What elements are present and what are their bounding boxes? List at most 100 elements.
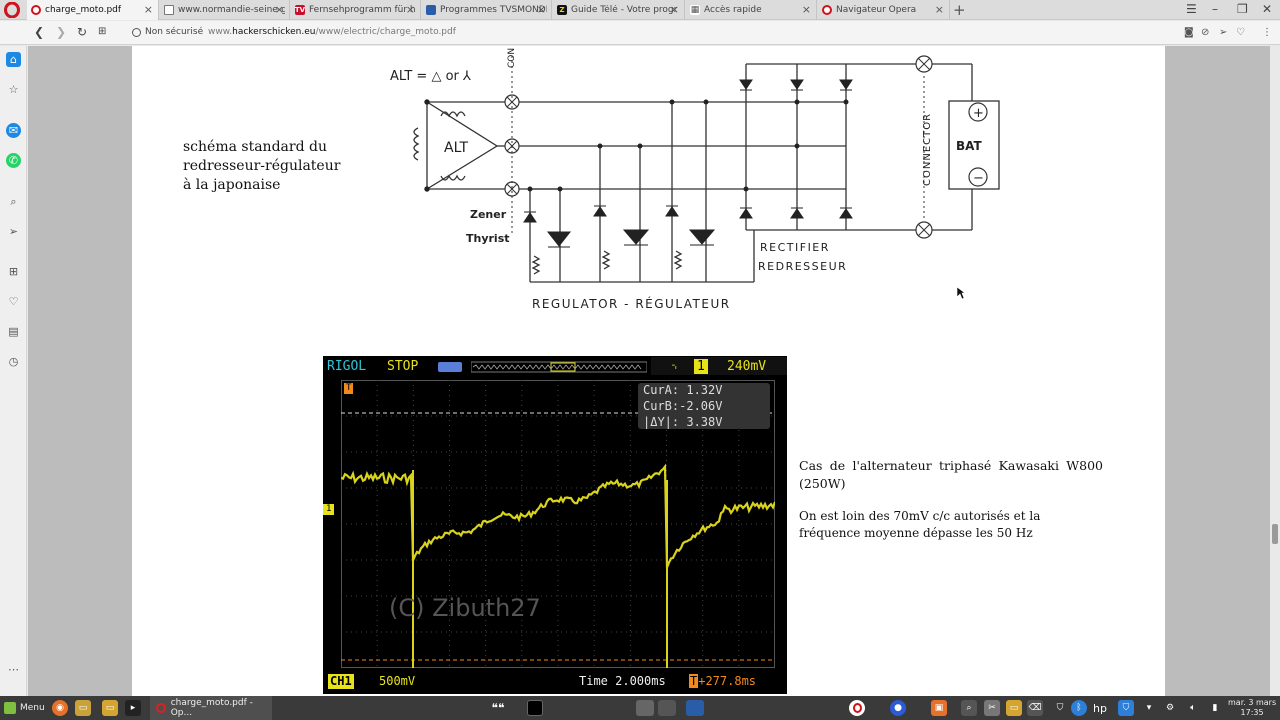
clock-date: mar. 3 mars [1228, 698, 1277, 707]
send-icon[interactable]: ➢ [1219, 27, 1227, 38]
page-icon [164, 5, 174, 15]
search-icon[interactable]: ⌕ [961, 700, 977, 716]
heart-icon[interactable]: ♡ [6, 294, 21, 309]
trigger-offset: T+277.8ms [689, 674, 756, 688]
channel-marker: 1 [323, 504, 335, 515]
close-icon[interactable]: × [275, 3, 284, 16]
taskbar-window-opera[interactable]: charge_moto.pdf - Op... [150, 696, 272, 720]
alt-formula-label: ALT = △ or ⅄ [390, 69, 471, 84]
close-window-button[interactable]: ✕ [1262, 2, 1272, 16]
menu-dots-icon[interactable]: ⋮ [1262, 27, 1272, 38]
mouse-pointer-icon [956, 286, 966, 300]
news-icon[interactable]: ▤ [6, 324, 21, 339]
reload-button[interactable]: ↻ [77, 25, 87, 39]
more-icon[interactable]: ⋯ [6, 662, 21, 677]
volume-icon[interactable]: 🔈︎ [1185, 700, 1201, 716]
url-host: hackerschicken.eu [232, 27, 316, 37]
speed-dial-icon[interactable]: ⊞ [6, 264, 21, 279]
wifi-icon[interactable]: ▾ [1141, 700, 1157, 716]
url-field[interactable]: www.hackerschicken.eu/www/electric/charg… [208, 27, 456, 37]
opera-icon [31, 5, 41, 15]
close-icon[interactable]: × [670, 3, 679, 16]
cursor-a-readout: CurA: 1.32V [643, 383, 723, 397]
tab-fernsehprogramm[interactable]: TV Fernsehprogramm für h × [291, 0, 421, 20]
vertical-scrollbar[interactable] [1270, 46, 1280, 696]
tab-bar: charge_moto.pdf × www.normandie-seine-g … [0, 0, 1280, 20]
tab-normandie[interactable]: www.normandie-seine-g × [160, 0, 290, 20]
channel-indicator: CH1 [328, 674, 354, 689]
close-icon[interactable]: × [144, 3, 153, 16]
grid-icon: ▦ [690, 5, 700, 15]
zener-label: Zener [470, 208, 507, 221]
opera-tray-icon[interactable] [849, 700, 865, 716]
scrollbar-thumb[interactable] [1272, 524, 1278, 544]
heart-icon[interactable]: ♡ [1236, 27, 1245, 38]
trigger-marker: T [344, 383, 354, 394]
firefox-icon[interactable]: ◉ [52, 700, 68, 716]
tab-navigateur-opera[interactable]: Navigateur Opera × [818, 0, 950, 20]
battery-tray-icon[interactable]: ▮ [1207, 700, 1223, 716]
search-icon[interactable]: ⌕ [6, 194, 21, 209]
quote-icon[interactable]: ❝❝ [490, 700, 506, 716]
close-icon[interactable]: × [406, 3, 415, 16]
security-label: Non sécurisé [145, 27, 204, 37]
t-badge: T [689, 674, 699, 688]
pdf-viewport[interactable]: schéma standard du redresseur-régulateur… [28, 46, 1270, 696]
back-button[interactable]: ❮ [34, 25, 44, 39]
camera-icon[interactable]: ◙ [1184, 27, 1194, 38]
schematic-caption: schéma standard du redresseur-régulateur… [183, 138, 353, 195]
minimize-button[interactable]: – [1212, 2, 1218, 16]
restore-button[interactable]: ❐ [1237, 2, 1248, 16]
close-icon[interactable]: × [935, 3, 944, 16]
folder-tray-icon[interactable]: ▭ [1006, 700, 1022, 716]
workspace-3-icon[interactable] [686, 700, 704, 716]
tab-charge-moto[interactable]: charge_moto.pdf × [27, 0, 159, 20]
close-icon[interactable]: × [802, 3, 811, 16]
battery-plus-label: + [973, 106, 984, 121]
sidebar: ⌂ ☆ ✉ ✆ ⌕ ➢ ⊞ ♡ ▤ ◷ ⋯ [0, 46, 27, 696]
tab-label: www.normandie-seine-g [178, 5, 285, 15]
home-icon[interactable]: ⌂ [6, 52, 21, 67]
security-icon[interactable]: ⛉ [1118, 700, 1134, 716]
tab-acces-rapide[interactable]: ▦ Accès rapide × [686, 0, 817, 20]
z-icon: Z [557, 5, 567, 15]
bluetooth-icon[interactable]: ᛒ [1071, 700, 1087, 716]
network-icon[interactable]: ⚙ [1162, 700, 1178, 716]
start-menu-label: Menu [20, 703, 45, 713]
tabs-grid-icon[interactable]: ⊞ [98, 26, 106, 37]
messenger-icon[interactable]: ✉ [6, 123, 21, 138]
tab-label: Guide Télé - Votre progr [571, 5, 678, 15]
memory-bar [471, 361, 647, 373]
tab-guide-tele[interactable]: Z Guide Télé - Votre progr × [553, 0, 685, 20]
security-indicator[interactable]: Non sécurisé [132, 27, 203, 37]
opera-menu-icon[interactable] [4, 2, 20, 18]
chrome-icon[interactable]: ● [890, 700, 906, 716]
whatsapp-icon[interactable]: ✆ [6, 153, 21, 168]
terminal-icon[interactable]: ▸ [125, 700, 141, 716]
tab-menu-icon[interactable]: ☰ [1186, 2, 1197, 16]
tab-label: Fernsehprogramm für h [309, 5, 416, 15]
folder-icon[interactable]: ▭ [102, 700, 118, 716]
workspace-1-icon[interactable] [636, 700, 654, 716]
forward-button[interactable]: ❯ [56, 25, 66, 39]
clock[interactable]: mar. 3 mars 17:35 [1228, 698, 1276, 718]
workspace-2-icon[interactable] [658, 700, 676, 716]
star-icon[interactable]: ☆ [6, 82, 21, 97]
history-icon[interactable]: ◷ [6, 354, 21, 369]
send-icon[interactable]: ➢ [6, 224, 21, 239]
adblock-icon[interactable]: ⊘ [1201, 27, 1209, 38]
close-icon[interactable]: × [537, 3, 546, 16]
screenshot-icon[interactable]: ✂ [984, 700, 1000, 716]
trigger-edge-icon: ⌍ [672, 359, 680, 374]
start-menu-button[interactable]: Menu [4, 696, 45, 720]
taskbar-window-label: charge_moto.pdf - Op... [170, 698, 253, 718]
hp-icon[interactable]: hp [1092, 700, 1108, 716]
trash-icon[interactable]: ⌫ [1027, 700, 1043, 716]
connector-label: CONNECTOR [922, 113, 933, 186]
shield-icon[interactable]: ⛉ [1052, 700, 1068, 716]
files-icon[interactable]: ▭ [75, 700, 91, 716]
new-tab-button[interactable]: + [953, 1, 966, 19]
update-icon[interactable]: ▣ [931, 700, 947, 716]
tab-tv5monde[interactable]: Programmes TVSMONDE × [422, 0, 552, 20]
workspace-preview-icon[interactable] [527, 700, 543, 716]
